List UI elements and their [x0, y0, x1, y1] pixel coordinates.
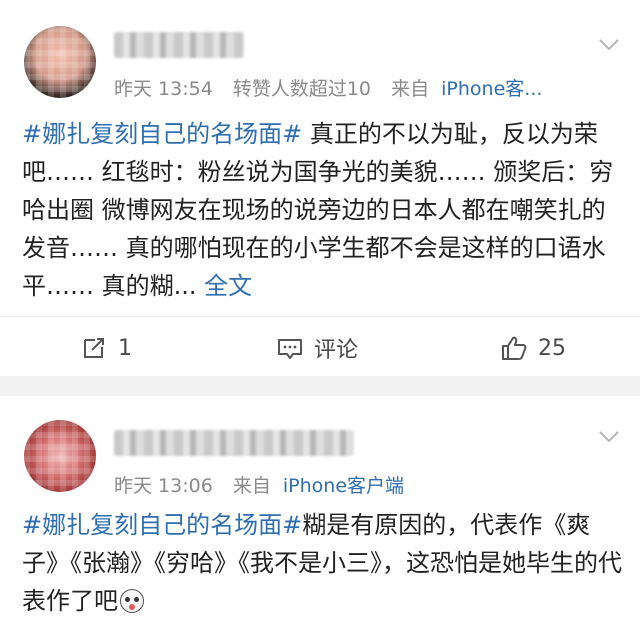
comment-label: 评论 — [314, 338, 359, 363]
post-popularity: 转赞人数超过10 — [232, 78, 372, 100]
post-source-link[interactable]: iPhone客户端 — [283, 475, 404, 497]
repost-button[interactable]: 1 — [80, 330, 132, 366]
repost-icon — [84, 338, 104, 358]
like-count: 25 — [538, 335, 566, 361]
comment-icon — [278, 339, 302, 359]
like-icon — [502, 336, 527, 360]
post-text: #娜扎复刻自己的名场面#糊是有原因的，代表作《爽子》《张瀚》《穷哈》《我不是小三… — [22, 506, 622, 620]
post-time: 昨天 13:54 — [114, 78, 213, 100]
chevron-down-icon[interactable] — [598, 430, 620, 444]
avatar[interactable] — [24, 420, 96, 492]
hashtag-link[interactable]: #娜扎复刻自己的名场面# — [22, 120, 302, 148]
username-blurred[interactable] — [114, 32, 244, 58]
post-meta: 昨天 13:54 转赞人数超过10 来自 iPhone客... — [114, 74, 542, 101]
post-card[interactable]: 昨天 13:54 转赞人数超过10 来自 iPhone客... #娜扎复刻自己的… — [0, 0, 640, 376]
emoji-icon — [120, 589, 144, 613]
post-text: #娜扎复刻自己的名场面# 真正的不以为耻，反以为荣吧…… 红毯时：粉丝说为国争光… — [22, 115, 622, 305]
post-from-label: 来自 — [391, 78, 430, 100]
comment-button[interactable]: 评论 — [276, 330, 358, 366]
post-meta: 昨天 13:06 来自 iPhone客户端 — [114, 471, 404, 498]
hashtag-link[interactable]: #娜扎复刻自己的名场面# — [22, 511, 302, 539]
avatar[interactable] — [24, 26, 96, 98]
divider — [0, 316, 640, 317]
repost-count: 1 — [118, 335, 132, 361]
chevron-down-icon[interactable] — [598, 38, 620, 52]
post-from-label: 来自 — [232, 475, 271, 497]
post-card[interactable]: 昨天 13:06 来自 iPhone客户端 #娜扎复刻自己的名场面#糊是有原因的… — [0, 396, 640, 635]
post-source-link[interactable]: iPhone客... — [441, 78, 542, 100]
read-more-link[interactable]: 全文 — [204, 272, 252, 300]
like-button[interactable]: 25 — [500, 330, 566, 366]
post-time: 昨天 13:06 — [114, 475, 213, 497]
username-blurred[interactable] — [114, 430, 354, 456]
